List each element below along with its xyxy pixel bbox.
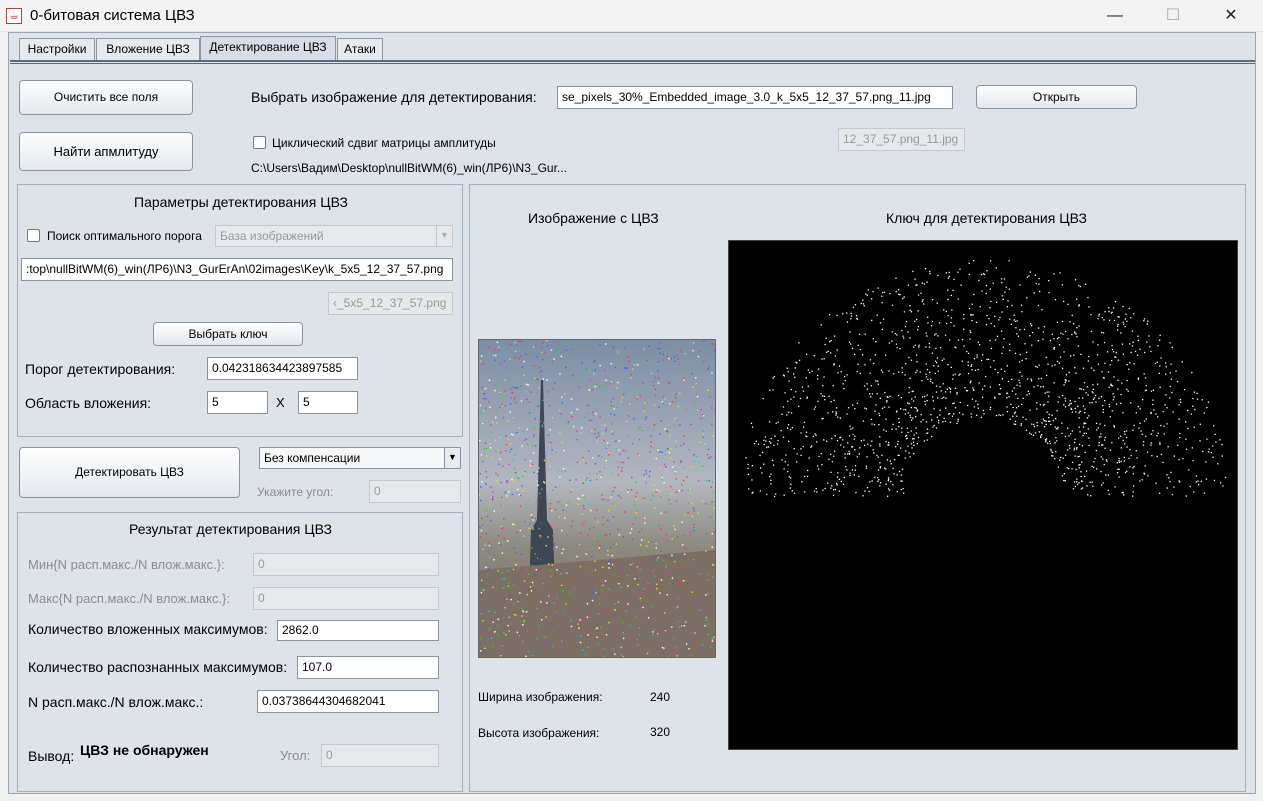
chevron-down-icon: ▼ [436, 226, 452, 246]
tab-detection[interactable]: Детектирование ЦВЗ [200, 36, 336, 61]
key-image [728, 240, 1238, 750]
watermarked-image-canvas [479, 340, 715, 657]
open-button[interactable]: Открыть [976, 85, 1137, 109]
min-ratio-label: Мин{N расп.макс./N влож.макс.}: [28, 557, 225, 572]
threshold-label: Порог детектирования: [25, 361, 176, 377]
detect-button[interactable]: Детектировать ЦВЗ [19, 447, 240, 498]
tab-attacks[interactable]: Атаки [337, 38, 383, 60]
conclusion-label: Вывод: [28, 748, 75, 764]
close-button[interactable]: ✕ [1202, 0, 1260, 32]
key-filename-field: ‹_5x5_12_37_57.png [328, 292, 453, 315]
compensation-combo[interactable]: Без компенсации ▼ [259, 447, 461, 469]
angle-prompt-label: Укажите угол: [257, 485, 334, 499]
detection-params-title: Параметры детектирования ЦВЗ [134, 194, 348, 210]
angle-prompt-input: 0 [369, 480, 461, 503]
conclusion-value: ЦВЗ не обнаружен [80, 742, 209, 758]
min-ratio-field: 0 [253, 553, 439, 576]
max-ratio-field: 0 [253, 587, 439, 610]
watermarked-image [478, 339, 716, 658]
embed-area-x-label: X [276, 395, 285, 410]
window-title: 0-битовая система ЦВЗ [30, 7, 195, 24]
ratio-field[interactable]: 0.03738644304682041 [257, 690, 439, 713]
clear-all-button[interactable]: Очистить все поля [19, 80, 193, 115]
key-image-canvas [745, 260, 1227, 498]
tab-divider-thin [10, 63, 1255, 64]
image-height-label: Высота изображения: [478, 726, 600, 740]
optimal-threshold-label: Поиск оптимального порога [47, 229, 202, 243]
key-path-input[interactable]: :top\nullBitWM(6)_win(ЛР6)\N3_GurErAn\02… [21, 258, 453, 281]
embed-area-label: Область вложения: [25, 395, 152, 411]
max-ratio-label: Макс{N расп.макс./N влож.макс.}: [28, 591, 231, 606]
image-height-value: 320 [650, 725, 671, 739]
select-image-label: Выбрать изображение для детектирования: [251, 89, 537, 105]
cyclic-shift-label: Циклический сдвиг матрицы амплитуды [272, 136, 496, 150]
threshold-input[interactable]: 0.042318634423897585 [207, 357, 358, 380]
image-path-input[interactable]: se_pixels_30%_Embedded_image_3.0_k_5x5_1… [557, 86, 953, 109]
result-angle-field: 0 [321, 744, 439, 767]
tab-divider [10, 60, 1255, 62]
embed-area-height-input[interactable]: 5 [298, 391, 358, 414]
image-width-label: Ширина изображения: [478, 690, 603, 704]
result-angle-label: Угол: [280, 748, 311, 763]
watermarked-image-title: Изображение с ЦВЗ [528, 210, 659, 226]
maximize-button[interactable]: ☐ [1144, 0, 1202, 32]
embedded-count-label: Количество вложенных максимумов: [28, 621, 268, 637]
embedded-count-field[interactable]: 2862.0 [277, 620, 439, 641]
java-cup-icon: ☕ [6, 8, 22, 24]
ratio-label: N расп.макс./N влож.макс.: [28, 694, 204, 710]
recognized-count-field[interactable]: 107.0 [297, 656, 439, 679]
optimal-threshold-checkbox[interactable] [27, 229, 40, 242]
select-key-button[interactable]: Выбрать ключ [153, 322, 303, 346]
image-path-text: C:\Users\Вадим\Desktop\nullBitWM(6)_win(… [251, 161, 567, 175]
tab-embedding[interactable]: Вложение ЦВЗ [96, 38, 200, 60]
image-width-value: 240 [650, 690, 671, 704]
chevron-down-icon: ▼ [444, 448, 460, 468]
image-db-combo: База изображений ▼ [215, 225, 453, 247]
detection-result-title: Результат детектирования ЦВЗ [129, 521, 332, 537]
key-image-title: Ключ для детектирования ЦВЗ [886, 210, 1087, 226]
minimize-button[interactable]: — [1086, 0, 1144, 32]
recognized-count-label: Количество распознанных максимумов: [28, 659, 288, 675]
image-filename-field: 12_37_57.png_11.jpg [838, 128, 965, 151]
tab-settings[interactable]: Настройки [19, 38, 95, 60]
image-db-combo-value: База изображений [220, 229, 324, 243]
compensation-combo-value: Без компенсации [264, 451, 361, 465]
cyclic-shift-checkbox[interactable] [253, 136, 266, 149]
find-amplitude-button[interactable]: Найти апмлитуду [19, 132, 193, 171]
embed-area-width-input[interactable]: 5 [207, 391, 268, 414]
